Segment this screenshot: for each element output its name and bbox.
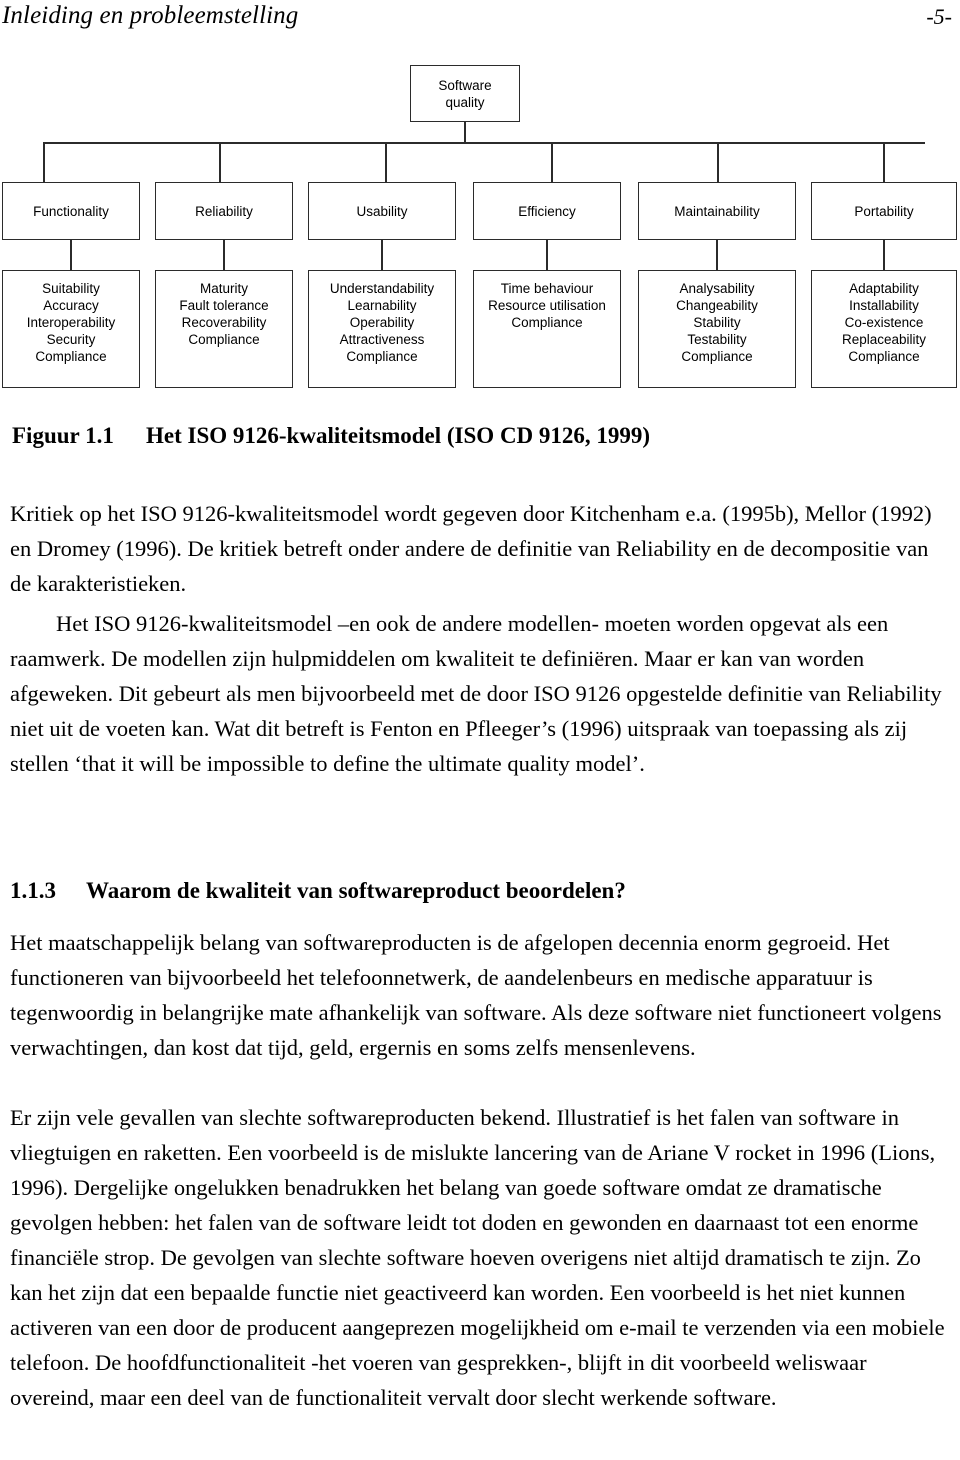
page-number: -5- xyxy=(926,4,952,29)
connector-drop-4 xyxy=(551,142,553,182)
connector-drop-2 xyxy=(219,142,221,182)
figure-caption: Figuur 1.1 Het ISO 9126-kwaliteitsmodel (… xyxy=(12,423,942,449)
paragraph-slechte-software: Er zijn vele gevallen van slechte softwa… xyxy=(10,1105,945,1410)
paragraph-maatschappelijk-belang: Het maatschappelijk belang van softwarep… xyxy=(10,930,942,1060)
iso9126-quality-model-diagram: Software quality Functionality Reliabilit… xyxy=(0,60,960,390)
diagram-node-subattributes-2: Understandability Learnability Operability… xyxy=(308,270,456,388)
diagram-node-label: Understandability Learnability Operability… xyxy=(329,281,435,364)
page-header-title: Inleiding en probleemstelling xyxy=(2,2,299,29)
page-header: Inleiding en probleemstelling -5- xyxy=(0,0,960,44)
connector-drop-3 xyxy=(385,142,387,182)
diagram-node-subattributes-5: Adaptability Installability Co-existence Re… xyxy=(811,270,957,388)
section-heading-number: 1.1.3 xyxy=(10,878,56,903)
connector-drop-6 xyxy=(883,142,885,182)
diagram-node-category-0: Functionality xyxy=(2,182,140,240)
connector-category-2-to-sub xyxy=(381,240,383,270)
diagram-node-subattributes-1: Maturity Fault tolerance Recoverability Com… xyxy=(155,270,293,388)
diagram-node-subattributes-3: Time behaviour Resource utilisation Compli… xyxy=(473,270,621,388)
paragraph-raamwerk: Het ISO 9126-kwaliteitsmodel –en ook de … xyxy=(10,611,942,776)
diagram-node-category-3: Efficiency xyxy=(473,182,621,240)
connector-category-1-to-sub xyxy=(223,240,225,270)
figure-caption-label: Figuur 1.1 xyxy=(12,423,114,448)
connector-root-stem xyxy=(464,122,466,143)
diagram-node-category-4: Maintainability xyxy=(638,182,796,240)
connector-category-3-to-sub xyxy=(546,240,548,270)
figure-caption-text: Het ISO 9126-kwaliteitsmodel (ISO CD 912… xyxy=(146,423,651,448)
section-heading-1-1-3: 1.1.3 Waarom de kwaliteit van softwarepro… xyxy=(10,878,948,904)
diagram-node-category-2: Usability xyxy=(308,182,456,240)
diagram-node-label: Functionality xyxy=(33,203,109,219)
diagram-node-subattributes-0: Suitability Accuracy Interoperability Secur… xyxy=(2,270,140,388)
connector-category-0-to-sub xyxy=(70,240,72,270)
section-heading-text: Waarom de kwaliteit van softwareproduct … xyxy=(86,878,626,903)
diagram-node-label: Adaptability Installability Co-existence Re… xyxy=(841,281,927,364)
diagram-node-label: Portability xyxy=(854,203,914,219)
diagram-node-label: Usability xyxy=(356,203,408,219)
diagram-node-label: Maintainability xyxy=(674,203,760,219)
diagram-node-label: Software quality xyxy=(438,77,492,110)
diagram-node-label: Time behaviour Resource utilisation Compli… xyxy=(488,281,606,330)
diagram-node-label: Maturity Fault tolerance Recoverability Com… xyxy=(179,281,269,347)
diagram-node-label: Suitability Accuracy Interoperability Secur… xyxy=(26,281,116,364)
diagram-node-category-1: Reliability xyxy=(155,182,293,240)
diagram-node-label: Analysability Changeability Stability Testa… xyxy=(676,281,758,364)
paragraph-kritiek: Kritiek op het ISO 9126-kwaliteitsmodel … xyxy=(10,501,932,596)
diagram-node-label: Reliability xyxy=(195,203,253,219)
connector-category-4-to-sub xyxy=(716,240,718,270)
connector-horizontal-bus xyxy=(43,142,925,144)
connector-category-5-to-sub xyxy=(883,240,885,270)
diagram-node-software-quality: Software quality xyxy=(410,65,520,122)
connector-drop-5 xyxy=(717,142,719,182)
diagram-node-subattributes-4: Analysability Changeability Stability Testa… xyxy=(638,270,796,388)
diagram-node-category-5: Portability xyxy=(811,182,957,240)
diagram-node-label: Efficiency xyxy=(518,203,576,219)
connector-drop-1 xyxy=(43,142,45,182)
